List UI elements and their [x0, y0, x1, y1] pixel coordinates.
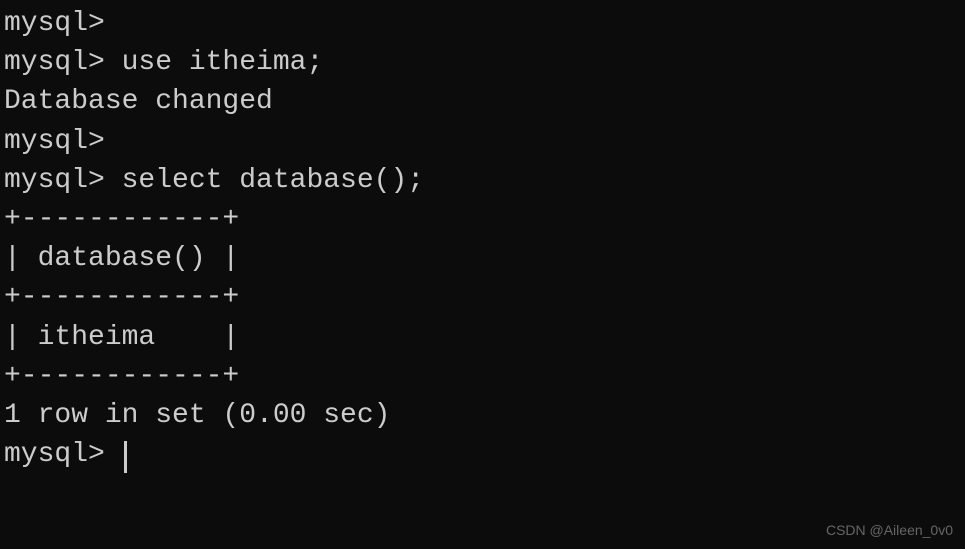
- table-border-bottom: +------------+: [4, 357, 961, 396]
- terminal-output: mysql> mysql> use itheima; Database chan…: [4, 4, 961, 474]
- prompt-active: mysql>: [4, 435, 122, 474]
- command-select-db: mysql> select database();: [4, 161, 961, 200]
- cursor-icon: [124, 441, 127, 473]
- output-db-changed: Database changed: [4, 82, 961, 121]
- command-use-db: mysql> use itheima;: [4, 43, 961, 82]
- table-header: | database() |: [4, 239, 961, 278]
- table-border-mid: +------------+: [4, 278, 961, 317]
- watermark: CSDN @Aileen_0v0: [826, 521, 953, 541]
- result-summary: 1 row in set (0.00 sec): [4, 396, 961, 435]
- prompt-empty: mysql>: [4, 4, 961, 43]
- table-row: | itheima |: [4, 318, 961, 357]
- table-border-top: +------------+: [4, 200, 961, 239]
- prompt-empty: mysql>: [4, 122, 961, 161]
- active-prompt-line[interactable]: mysql>: [4, 435, 961, 474]
